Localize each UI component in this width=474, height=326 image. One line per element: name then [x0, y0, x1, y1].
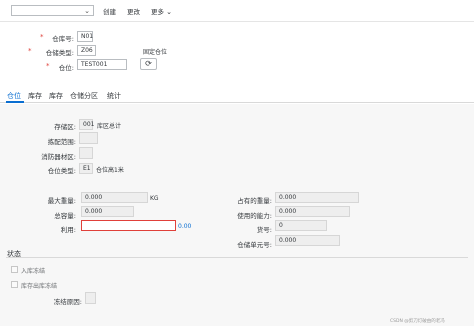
warehouse-no-label: 仓库号:	[52, 35, 74, 43]
storage-section-label: 存储区:	[54, 123, 76, 131]
required-marker: *	[40, 33, 44, 41]
variant-select[interactable]: ⌄	[11, 5, 94, 16]
fire-area-field[interactable]	[79, 147, 93, 159]
storage-type-label: 仓储类型:	[45, 49, 74, 57]
tab-bin[interactable]: 仓位	[7, 91, 21, 101]
total-capacity-field[interactable]: 0.000	[81, 206, 134, 217]
occupied-weight-label: 占有的重量:	[237, 197, 272, 205]
outbound-block-checkbox[interactable]	[11, 281, 18, 288]
create-button[interactable]: 创建	[103, 6, 116, 16]
max-weight-label: 最大重量:	[47, 197, 76, 205]
storage-section-desc: 库区总计	[97, 123, 122, 130]
change-button[interactable]: 更改	[127, 6, 140, 16]
tab-statistics[interactable]: 统计	[107, 91, 121, 101]
required-marker: *	[28, 47, 32, 55]
fire-area-label: 消防器材区:	[41, 153, 76, 161]
picking-area-label: 拣配范围:	[47, 138, 76, 146]
more-button[interactable]: 更多 ⌄	[151, 6, 172, 16]
shelf-no-label: 货号:	[256, 226, 272, 234]
inbound-block-label: 入库冻结	[21, 268, 46, 275]
storage-unit-label: 仓储单元号:	[237, 241, 272, 249]
used-capacity-label: 使用的能力:	[237, 212, 272, 220]
storage-type-field[interactable]: Z06	[77, 45, 96, 56]
block-reason-field[interactable]	[85, 292, 96, 304]
tab-storage-section[interactable]: 仓储分区	[70, 91, 98, 101]
chevron-down-icon: ⌄	[84, 7, 90, 15]
total-capacity-label: 总容量:	[54, 212, 76, 220]
bin-type-label: 仓位类型:	[47, 167, 76, 175]
bin-type-desc: 仓位高1米	[96, 167, 124, 174]
more-label: 更多	[151, 8, 164, 16]
picking-area-field[interactable]	[79, 132, 98, 144]
utilization-label: 利用:	[60, 226, 76, 234]
divider	[6, 257, 468, 258]
tab-stock-2[interactable]: 库存	[49, 91, 63, 101]
max-weight-unit: KG	[150, 195, 159, 202]
required-marker: *	[46, 62, 50, 70]
used-capacity-field[interactable]: 0.000	[275, 206, 350, 217]
refresh-button[interactable]: ⟳	[140, 58, 157, 70]
block-reason-label: 冻结原因:	[53, 298, 82, 306]
max-weight-field[interactable]: 0.000	[81, 192, 148, 203]
occupied-weight-field[interactable]: 0.000	[275, 192, 359, 203]
watermark: CSDN @剪刀灯破由的老冯	[390, 319, 445, 324]
outbound-block-label: 库存出库冻结	[21, 283, 58, 290]
bin-field[interactable]: TEST001	[77, 59, 127, 70]
fixed-bin-label: 固定仓位	[143, 49, 168, 56]
bin-type-field[interactable]: E1	[79, 163, 93, 174]
utilization-field[interactable]	[81, 220, 176, 231]
tab-stock[interactable]: 库存	[28, 91, 42, 101]
utilization-percent: 0.00	[178, 223, 192, 230]
storage-unit-field[interactable]: 0.000	[275, 235, 340, 246]
chevron-down-icon: ⌄	[166, 8, 172, 16]
active-tab-indicator	[6, 101, 24, 103]
shelf-no-field[interactable]: 0	[275, 220, 327, 231]
bin-label: 仓位:	[58, 64, 74, 72]
inbound-block-checkbox[interactable]	[11, 266, 18, 273]
storage-section-field[interactable]: 001	[79, 119, 94, 130]
warehouse-no-field[interactable]: N01	[77, 31, 93, 42]
refresh-icon: ⟳	[145, 59, 152, 68]
